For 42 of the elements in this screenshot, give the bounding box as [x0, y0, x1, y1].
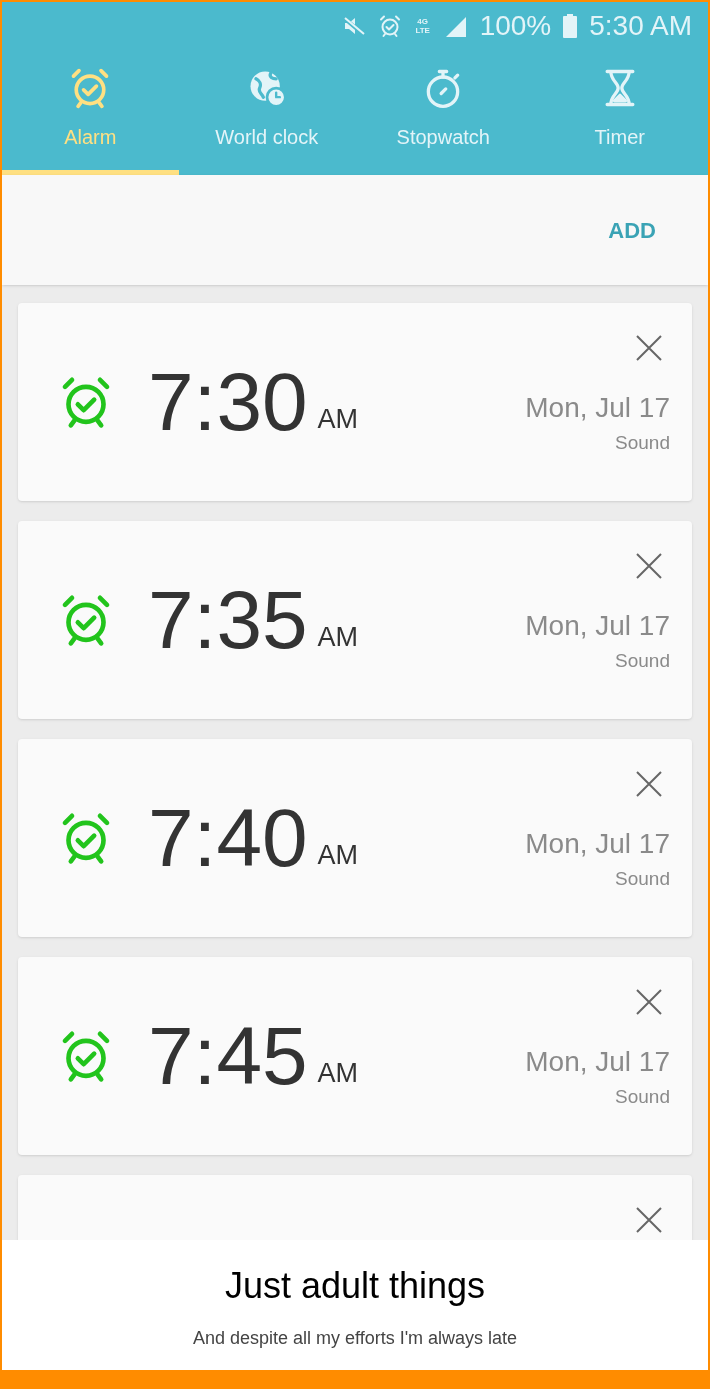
tab[interactable]: World clock — [178, 50, 355, 175]
tab[interactable]: Stopwatch — [355, 50, 532, 175]
battery-icon — [563, 14, 578, 38]
battery-percent: 100% — [479, 9, 552, 43]
alarm-date: Mon, Jul 17 — [525, 1044, 670, 1079]
close-button[interactable] — [634, 551, 664, 581]
close-icon — [634, 551, 664, 581]
alarm-time: 7:40 — [148, 797, 308, 879]
alarm-card[interactable]: 7:30 AM Mon, Jul 17 Sound — [18, 303, 692, 501]
alarm-card[interactable]: 7:40 AM Mon, Jul 17 Sound — [18, 739, 692, 937]
close-icon — [634, 987, 664, 1017]
alarm-type: Sound — [615, 430, 670, 455]
close-icon — [634, 333, 664, 363]
alarm-type: Sound — [615, 648, 670, 673]
am-pm-label: AM — [317, 402, 359, 436]
tab[interactable]: Timer — [531, 50, 708, 175]
alarm-time: 7:35 — [148, 579, 308, 661]
am-pm-label: AM — [317, 620, 359, 654]
clock-time: 5:30 AM — [589, 9, 692, 43]
alarm-date: Mon, Jul 17 — [525, 608, 670, 643]
caption-subtitle: And despite all my efforts I'm always late — [192, 1326, 518, 1350]
alarm-clock-icon — [377, 14, 402, 38]
alarm-time: 7:30 — [148, 361, 308, 443]
close-icon — [634, 1205, 664, 1235]
caption-title: Just adult things — [224, 1263, 486, 1308]
alarm-type: Sound — [615, 1084, 670, 1109]
alarm-date: Mon, Jul 17 — [525, 390, 670, 425]
close-button[interactable] — [634, 769, 664, 799]
alarm-date: Mon, Jul 17 — [525, 826, 670, 861]
close-button[interactable] — [634, 987, 664, 1017]
mute-icon — [341, 14, 366, 38]
close-icon — [634, 769, 664, 799]
alarm-time: 7:45 — [148, 1015, 308, 1097]
close-button[interactable] — [634, 333, 664, 363]
alarm-type: Sound — [615, 866, 670, 891]
add-button[interactable]: ADD — [608, 213, 656, 247]
close-button[interactable] — [634, 1205, 664, 1235]
am-pm-label: AM — [317, 1056, 359, 1090]
alarm-card[interactable]: 7:35 AM Mon, Jul 17 Sound — [18, 521, 692, 719]
network-type-text: 4G LTE — [414, 17, 431, 35]
alarm-card[interactable]: 7:45 AM Mon, Jul 17 Sound — [18, 957, 692, 1155]
am-pm-label: AM — [317, 838, 359, 872]
